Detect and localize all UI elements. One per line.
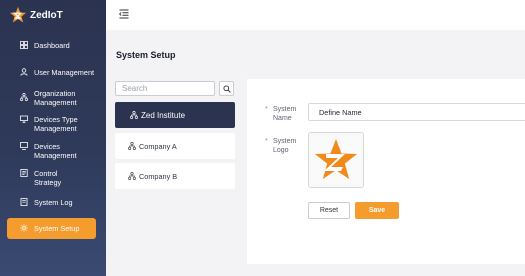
system-logo-label-line1: System [273,138,297,145]
system-logo-upload[interactable] [308,132,364,188]
org-item-label: Zed Institute [141,110,186,120]
system-name-label-line1: System [273,106,297,113]
organization-icon [128,172,136,180]
system-name-input[interactable] [308,103,525,121]
system-name-label: * System Name [265,105,297,123]
org-item-label: Company A [139,141,177,151]
user-icon [20,68,28,76]
search-input[interactable] [115,81,215,96]
org-item-company-a[interactable]: Company A [115,133,235,159]
sidebar-item-label: User Management [34,68,95,77]
sidebar-item-label: Organization Management [34,89,77,107]
system-name-label-line2: Name [273,115,292,122]
system-logo-label-line2: Logo [273,147,289,154]
dashboard-icon [20,41,28,49]
organization-icon [130,111,138,119]
sidebar-item-label: Control Strategy [34,169,62,187]
devices-icon [20,142,28,150]
search-icon [222,84,231,93]
control-icon [20,169,28,177]
search-button[interactable] [219,81,234,96]
organization-icon [20,93,28,101]
sidebar-item-label: Devices Management [34,142,77,160]
reset-button[interactable]: Reset [308,202,350,219]
app-name: ZedIoT [30,9,63,21]
org-item-label: Company B [139,171,178,181]
page-title: System Setup [116,50,176,60]
brand[interactable]: ZedIoT [9,6,63,24]
organization-icon [128,142,136,150]
log-icon [20,198,28,206]
gear-icon [20,224,28,232]
system-logo-label: * System Logo [265,137,297,155]
top-bar [106,0,525,30]
required-mark: * [265,106,268,113]
required-mark: * [265,138,268,145]
sidebar-item-label: Dashboard [34,41,70,50]
sidebar-item-label: Devices Type Management [34,115,78,133]
sidebar-item-label: System Log [34,198,73,207]
devices-type-icon [20,115,28,123]
menu-collapse-icon[interactable] [119,9,129,19]
org-item-zed-institute[interactable]: Zed Institute [115,102,235,128]
org-item-company-b[interactable]: Company B [115,163,235,189]
zediot-star-logo-icon [315,139,357,179]
save-button[interactable]: Save [355,202,399,219]
sidebar-item-label: System Setup [34,224,80,233]
zediot-logo-icon [9,6,27,23]
system-setup-form: * System Name * System Logo Reset Save [247,79,525,264]
sidebar: ZedIoT Dashboard User Management Organiz… [0,0,106,276]
